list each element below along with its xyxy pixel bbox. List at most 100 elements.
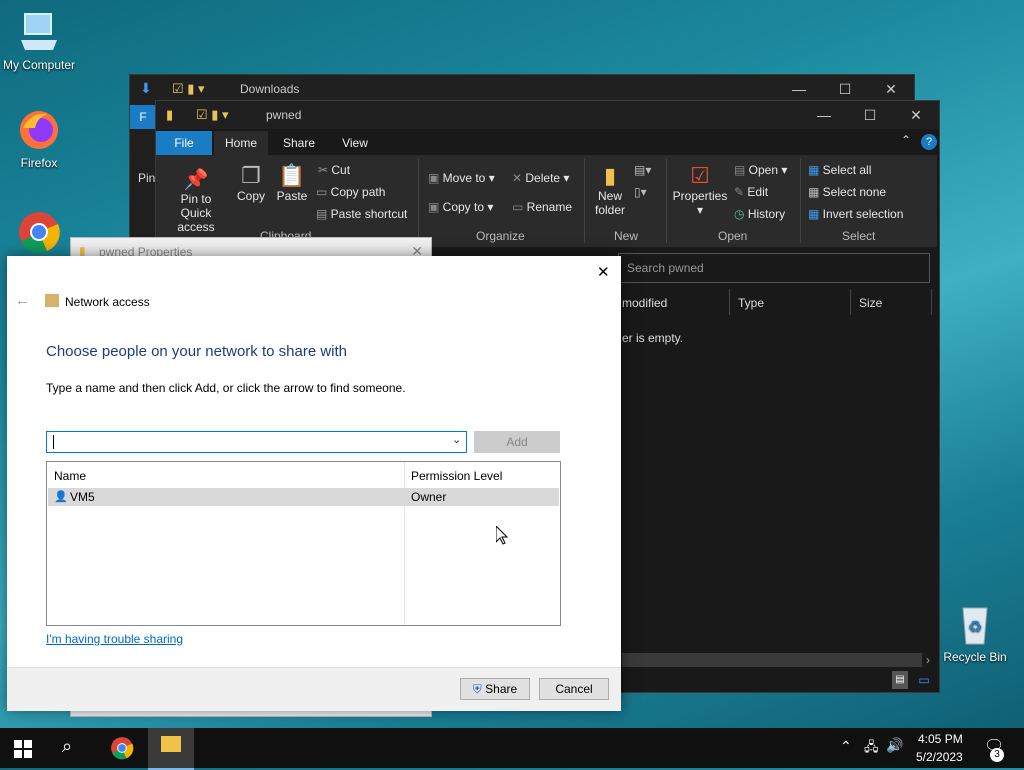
- desktop-icon-firefox[interactable]: Firefox: [1, 108, 77, 170]
- clock-date[interactable]: 5/2/2023: [916, 750, 963, 764]
- close-button[interactable]: ✕: [597, 263, 610, 281]
- cut-label: Cut: [331, 163, 351, 177]
- select-none-label: Select none: [822, 185, 887, 199]
- ribbon-separator: [418, 159, 419, 243]
- column-type[interactable]: Type: [738, 296, 764, 310]
- tab-view[interactable]: View: [328, 131, 382, 155]
- desktop-icon-my-computer[interactable]: My Computer: [1, 10, 77, 72]
- column-divider: [729, 289, 730, 315]
- minimize-button[interactable]: —: [776, 75, 822, 103]
- select-none-button[interactable]: ▦ Select none: [808, 185, 886, 199]
- tab-home[interactable]: Home: [214, 131, 268, 155]
- search-icon[interactable]: ⌕: [62, 736, 72, 757]
- paste-button[interactable]: 📋 Paste: [274, 163, 310, 203]
- trouble-sharing-link[interactable]: I'm having trouble sharing: [46, 632, 183, 646]
- window-title: pwned: [266, 108, 302, 122]
- taskbar-chrome-icon[interactable]: [110, 736, 134, 763]
- clock-time[interactable]: 4:05 PM: [918, 732, 963, 746]
- tab-file[interactable]: File: [156, 131, 212, 155]
- new-group-label: New: [614, 229, 639, 243]
- invert-selection-button[interactable]: ▦ Invert selection: [808, 207, 903, 221]
- maximize-button[interactable]: ☐: [822, 75, 868, 103]
- notification-count: 3: [990, 748, 1004, 762]
- copy-to-button[interactable]: ▣ Copy to ▾: [428, 200, 493, 214]
- new-item-button[interactable]: ▤▾: [634, 163, 651, 177]
- scroll-right-icon[interactable]: ›: [926, 653, 930, 667]
- close-button[interactable]: ✕: [868, 75, 914, 103]
- mouse-pointer-icon: [495, 524, 509, 548]
- svg-text:♻: ♻: [968, 617, 982, 636]
- pin-label: Pin to Quick access: [177, 192, 215, 234]
- volume-icon[interactable]: 🔊: [886, 737, 903, 754]
- rename-button[interactable]: ▭ Rename: [512, 200, 572, 214]
- ribbon-separator: [800, 159, 801, 243]
- file-tab[interactable]: F: [130, 105, 156, 129]
- column-name[interactable]: Name: [54, 469, 86, 483]
- open-button[interactable]: ▤ Open ▾: [734, 163, 787, 177]
- tiles-view-button[interactable]: ▭: [916, 671, 932, 689]
- horizontal-scrollbar[interactable]: [622, 653, 922, 667]
- history-button[interactable]: ◷ History: [734, 207, 785, 221]
- delete-button[interactable]: ✕ Delete ▾: [512, 171, 569, 185]
- new-folder-button[interactable]: ▮ New folder: [592, 163, 628, 217]
- network-icon[interactable]: 🖧: [864, 738, 879, 760]
- cancel-button[interactable]: Cancel: [539, 678, 609, 700]
- tab-share[interactable]: Share: [272, 131, 326, 155]
- shield-icon: ⛨: [472, 682, 482, 696]
- properties-button[interactable]: ☑ Properties ▾: [672, 163, 728, 217]
- network-access-dialog[interactable]: ✕ ← Network access Choose people on your…: [7, 256, 621, 711]
- chevron-up-icon[interactable]: ⌃: [840, 738, 852, 755]
- share-list[interactable]: Name Permission Level 👤 VM5 Owner: [46, 461, 561, 626]
- rename-icon: ▭: [512, 200, 527, 214]
- organize-group-label: Organize: [476, 229, 525, 243]
- rename-label: Rename: [526, 200, 573, 214]
- pin-quick-access-button[interactable]: 📌 Pin to Quick access: [164, 167, 228, 234]
- invert-selection-label: Invert selection: [822, 207, 904, 221]
- downloads-titlebar[interactable]: ⬇ ☑ ▮ ▾ Downloads — ☐ ✕: [130, 75, 914, 103]
- copy-icon: ❐: [241, 163, 261, 188]
- close-button[interactable]: ✕: [893, 101, 939, 129]
- desktop-icon-recycle-bin[interactable]: ♻ Recycle Bin: [937, 602, 1013, 664]
- column-size[interactable]: Size: [859, 296, 882, 310]
- select-all-button[interactable]: ▦ Select all: [808, 163, 871, 177]
- name-combo-input[interactable]: ⌄: [46, 431, 467, 453]
- back-arrow-icon[interactable]: ←: [15, 292, 30, 309]
- paste-shortcut-button[interactable]: ▤ Paste shortcut: [316, 207, 407, 221]
- select-group-label: Select: [842, 229, 876, 243]
- recycle-bin-icon: ♻: [953, 602, 997, 646]
- pwned-titlebar[interactable]: ▮ ☑ ▮ ▾ pwned — ☐ ✕: [156, 101, 939, 129]
- row-name: VM5: [70, 490, 95, 504]
- collapse-ribbon-icon[interactable]: ⌃: [901, 133, 911, 147]
- cut-button[interactable]: ✂ Cut: [318, 163, 350, 177]
- move-to-button[interactable]: ▣ Move to ▾: [428, 171, 495, 185]
- tab-label: Share: [282, 136, 316, 150]
- share-label: Share: [485, 682, 518, 696]
- column-permission-level[interactable]: Permission Level: [411, 469, 502, 483]
- easy-access-button[interactable]: ▯▾: [634, 185, 647, 199]
- copy-to-label: Copy to: [442, 200, 485, 214]
- share-button[interactable]: ⛨ Share: [460, 678, 530, 700]
- computer-icon: [17, 10, 61, 54]
- desktop-icon-chrome[interactable]: [1, 210, 77, 258]
- maximize-button[interactable]: ☐: [847, 101, 893, 129]
- edit-button[interactable]: ✎ Edit: [734, 185, 768, 199]
- open-group-label: Open: [718, 229, 748, 243]
- help-icon[interactable]: ?: [921, 134, 937, 150]
- edit-icon: ✎: [734, 185, 748, 199]
- select-none-icon: ▦: [808, 185, 823, 199]
- chevron-down-icon[interactable]: ⌄: [452, 433, 461, 446]
- add-button[interactable]: Add: [474, 431, 560, 453]
- folder-icon: ▮: [166, 107, 174, 122]
- search-input[interactable]: Search pwned: [618, 253, 930, 283]
- column-date-modified[interactable]: modified: [622, 296, 667, 310]
- table-row[interactable]: 👤 VM5 Owner: [48, 488, 559, 506]
- details-view-button[interactable]: ▤: [892, 671, 908, 689]
- minimize-button[interactable]: —: [801, 101, 847, 129]
- windows-start-button[interactable]: [14, 740, 32, 758]
- taskbar-file-explorer-icon[interactable]: [148, 728, 194, 770]
- select-all-icon: ▦: [808, 163, 823, 177]
- copy-button[interactable]: ❐ Copy: [234, 163, 268, 203]
- copy-path-button[interactable]: ▭ Copy path: [316, 185, 385, 199]
- history-icon: ◷: [734, 207, 748, 221]
- desktop-icon-label: My Computer: [2, 58, 76, 72]
